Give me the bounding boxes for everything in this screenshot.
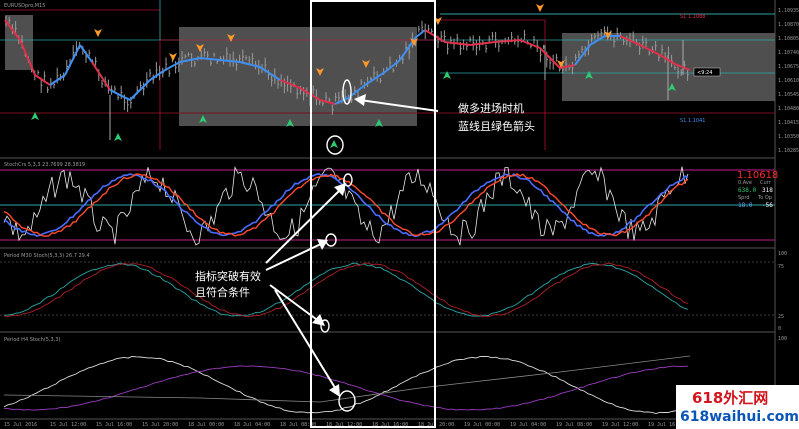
time-tick: 19 Jul 12:00 [602, 422, 638, 428]
stats-row3-left: Sprd [738, 195, 750, 201]
stats-row1-left: 0.Ave [738, 180, 752, 186]
stoch2-title: Period M30 Stoch(5,3,3) 26.7 29.4 [4, 253, 90, 259]
stoch2-tick-2: 25 [778, 314, 784, 320]
time-tick: 15 Jul 16:00 [96, 422, 132, 428]
stats-row1-right: Curr [760, 180, 772, 186]
price-tick: 1.10740 [778, 50, 799, 56]
stats-row4-left: 18.0 [738, 202, 753, 209]
trading-chart[interactable]: EURUSDpro,M15 S1 1.1088 S1 1.1041 <9:24 … [0, 0, 799, 429]
price-tick: 1.10480 [778, 106, 799, 112]
stoch1-title: StochCrs 5,3,3 23.7699 28.3819 [4, 162, 85, 168]
price-tick: 1.10350 [778, 134, 799, 140]
stoch2-tick-3: 0 [778, 326, 781, 332]
stoch3-tick-0: 100 [778, 336, 787, 342]
time-tick: 19 Jul 04:00 [510, 422, 546, 428]
time-tick: 15 Jul 12:00 [50, 422, 86, 428]
price-tick: 1.10610 [778, 78, 799, 84]
watermark-line2: 618waihui.com [680, 409, 799, 425]
level-hi-label: S1 1.1088 [680, 14, 705, 20]
indicator-note-line2: 且符合条件 [195, 285, 250, 299]
price-tick: 1.10935 [778, 8, 799, 14]
stats-row4-right: -56 [762, 202, 773, 209]
stoch3-title: Period H4 Stoch(5,3,3) [4, 337, 60, 343]
price-tick: 1.10805 [778, 36, 799, 42]
level-lo-label: S1 1.1041 [680, 118, 705, 124]
time-tick: 19 Jul 00:00 [464, 422, 500, 428]
stoch2-tick-1: 75 [778, 264, 784, 270]
price-tick: 1.10870 [778, 22, 799, 28]
time-tick: 18 Jul 04:00 [234, 422, 270, 428]
time-tick: 18 Jul 00:00 [188, 422, 224, 428]
entry-note-line2: 蓝线且绿色箭头 [458, 119, 535, 133]
time-tick: 19 Jul 08:00 [556, 422, 592, 428]
price-tick: 1.10415 [778, 120, 799, 126]
price-pane-title: EURUSDpro,M15 [4, 3, 45, 9]
indicator-note-line1: 指标突破有效 [195, 269, 261, 283]
price-tick: 1.10285 [778, 148, 799, 154]
price-tick: 1.10675 [778, 64, 799, 70]
stats-row2-right: 318 [762, 187, 773, 194]
watermark-line1: 618外汇网 [692, 389, 768, 407]
stats-row3-right: To Op [757, 195, 772, 201]
price-tick: 1.10545 [778, 92, 799, 98]
stats-row2-left: 638.0 [738, 187, 756, 194]
time-tick: 15 Jul 2016 [4, 422, 37, 428]
range-box-2 [179, 27, 417, 126]
current-price-tag-text: <9:24 [697, 70, 712, 76]
stoch2-tick-0: 100 [778, 251, 787, 257]
entry-note-line1: 做多进场时机 [458, 101, 524, 115]
time-tick: 15 Jul 20:00 [142, 422, 178, 428]
